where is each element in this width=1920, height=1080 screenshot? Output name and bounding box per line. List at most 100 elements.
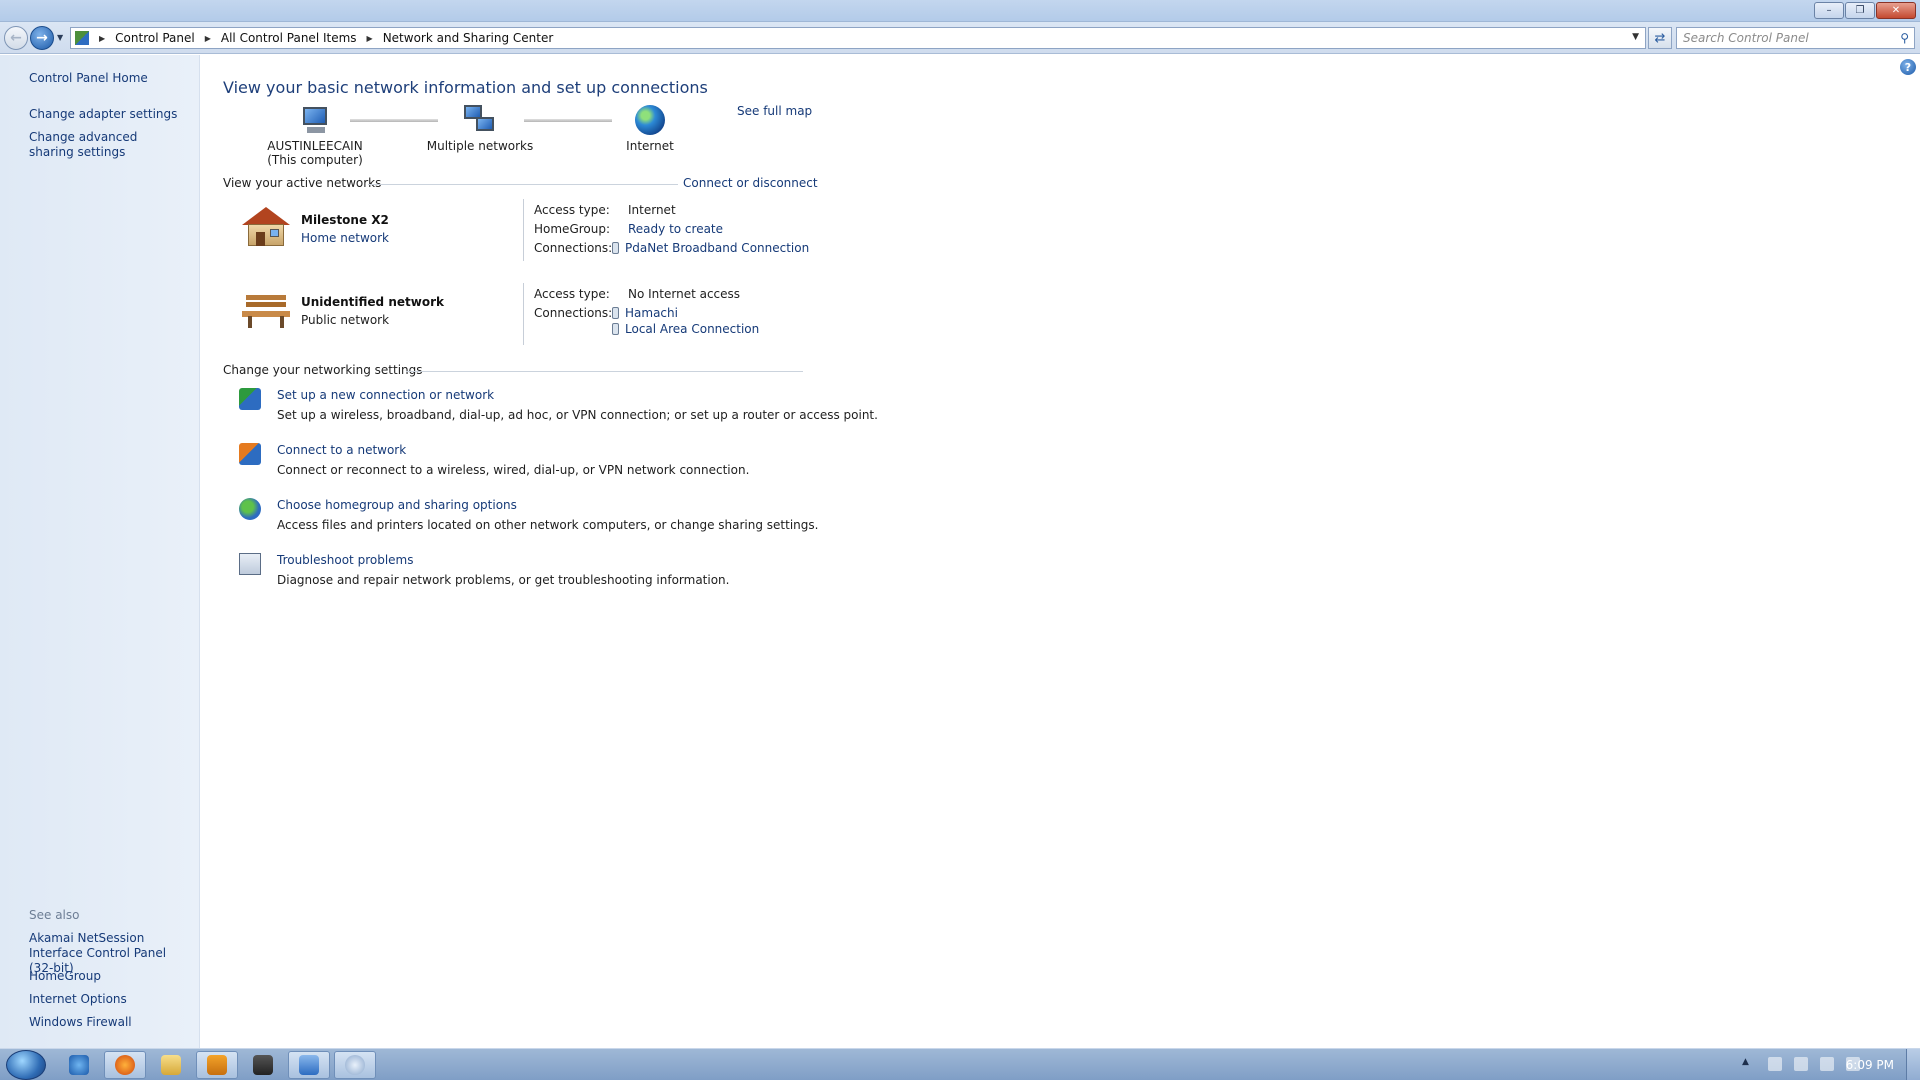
taskbar-search[interactable] [334, 1051, 376, 1079]
connect-network-icon [239, 443, 261, 465]
minimize-icon: – [1826, 5, 1832, 16]
navigation-bar: ← → ▼ ▶ Control Panel ▶ All Control Pane… [0, 22, 1920, 54]
breadcrumb-chevron-icon[interactable]: ▶ [99, 34, 105, 43]
refresh-button[interactable]: ⇄ [1648, 27, 1672, 49]
search-input[interactable]: Search Control Panel ⚲ [1676, 27, 1915, 49]
search-icon[interactable]: ⚲ [1900, 31, 1909, 45]
public-network-icon[interactable] [242, 289, 290, 329]
address-bar[interactable]: ▶ Control Panel ▶ All Control Panel Item… [70, 27, 1646, 49]
title-bar: – ❐ ✕ [0, 0, 1920, 22]
map-node-multiple-networks[interactable]: Multiple networks [425, 105, 535, 153]
window-controls: – ❐ ✕ [1813, 2, 1916, 19]
network-center-icon [299, 1055, 319, 1075]
breadcrumb-chevron-icon[interactable]: ▶ [205, 34, 211, 43]
map-node-computer: AUSTINLEECAIN (This computer) [260, 105, 370, 167]
network-adapter-icon [612, 307, 619, 319]
control-panel-home-link[interactable]: Control Panel Home [29, 71, 148, 86]
network-name: Unidentified network [301, 295, 444, 309]
network-type: Public network [301, 313, 390, 327]
map-node-internet[interactable]: Internet [620, 105, 680, 153]
divider [523, 199, 524, 261]
connection-item[interactable]: Local Area Connection [612, 322, 759, 336]
recent-pages-dropdown[interactable]: ▼ [57, 33, 63, 42]
troubleshoot-problems-link[interactable]: Troubleshoot problems [277, 553, 413, 567]
see-also-homegroup-link[interactable]: HomeGroup [29, 969, 101, 984]
search-placeholder: Search Control Panel [1683, 31, 1809, 45]
homegroup-ready-link[interactable]: Ready to create [628, 222, 723, 236]
home-network-icon[interactable] [242, 207, 290, 247]
taskbar-media-player[interactable] [196, 1051, 238, 1079]
close-button[interactable]: ✕ [1876, 2, 1916, 19]
connections-label: Connections: [534, 241, 613, 255]
folder-icon [161, 1055, 181, 1075]
see-full-map-link[interactable]: See full map [737, 104, 812, 118]
divider [406, 371, 803, 372]
divider [523, 283, 524, 345]
setup-new-connection-link[interactable]: Set up a new connection or network [277, 388, 494, 402]
close-icon: ✕ [1891, 5, 1901, 16]
network-type-link[interactable]: Home network [301, 231, 389, 245]
back-button[interactable]: ← [4, 26, 28, 50]
clock[interactable]: 6:09 PM [1846, 1058, 1894, 1072]
show-desktop-button[interactable] [1906, 1049, 1920, 1080]
taskbar-firefox[interactable] [104, 1051, 146, 1079]
active-networks-heading: View your active networks [223, 176, 382, 190]
see-also-windows-firewall-link[interactable]: Windows Firewall [29, 1015, 132, 1030]
computer-icon [297, 105, 333, 137]
connection-item[interactable]: PdaNet Broadband Connection [612, 241, 809, 255]
connections-label: Connections: [534, 306, 613, 320]
taskbar-windows-explorer[interactable] [150, 1051, 192, 1079]
connect-or-disconnect-link[interactable]: Connect or disconnect [683, 176, 818, 190]
taskbar-network-center[interactable] [288, 1051, 330, 1079]
system-tray: ▲ [1742, 1057, 1860, 1071]
computer-sub: (This computer) [267, 153, 363, 167]
restore-button[interactable]: ❐ [1845, 2, 1875, 19]
show-hidden-icons-icon[interactable]: ▲ [1742, 1057, 1756, 1071]
see-also-internet-options-link[interactable]: Internet Options [29, 992, 127, 1007]
start-button[interactable] [6, 1050, 46, 1080]
taskbar-internet-explorer[interactable] [58, 1051, 100, 1079]
pdanet-connection-link[interactable]: PdaNet Broadband Connection [625, 241, 809, 255]
breadcrumb-control-panel[interactable]: Control Panel [115, 31, 195, 45]
connection-item[interactable]: Hamachi [612, 306, 678, 320]
network-adapter-icon [612, 242, 619, 254]
network-adapter-icon [612, 323, 619, 335]
action-center-flag-icon[interactable] [1768, 1057, 1782, 1071]
help-icon[interactable]: ? [1900, 59, 1916, 75]
left-pane: Control Panel Home Change adapter settin… [0, 55, 200, 1048]
network-tray-icon[interactable] [1794, 1057, 1808, 1071]
forward-button[interactable]: → [30, 26, 54, 50]
change-adapter-settings-link[interactable]: Change adapter settings [29, 107, 177, 122]
back-arrow-icon: ← [10, 30, 22, 46]
breadcrumb-chevron-icon[interactable]: ▶ [367, 34, 373, 43]
refresh-icon: ⇄ [1654, 30, 1666, 46]
forward-arrow-icon: → [36, 30, 48, 46]
minimize-button[interactable]: – [1814, 2, 1844, 19]
taskbar-security[interactable] [242, 1051, 284, 1079]
connect-to-network-link[interactable]: Connect to a network [277, 443, 406, 457]
multiple-networks-icon [462, 105, 498, 137]
taskbar: ▲ 6:09 PM [0, 1048, 1920, 1080]
volume-icon[interactable] [1820, 1057, 1834, 1071]
change-advanced-sharing-link[interactable]: Change advanced sharing settings [29, 130, 179, 160]
main-content: ? View your basic network information an… [200, 55, 1920, 1048]
hamachi-connection-link[interactable]: Hamachi [625, 306, 678, 320]
globe-icon [632, 105, 668, 137]
breadcrumb-network-center[interactable]: Network and Sharing Center [383, 31, 554, 45]
access-type-value: No Internet access [628, 287, 741, 301]
homegroup-sharing-link[interactable]: Choose homegroup and sharing options [277, 498, 517, 512]
divider [368, 184, 678, 185]
local-area-connection-link[interactable]: Local Area Connection [625, 322, 759, 336]
task-description: Diagnose and repair network problems, or… [277, 573, 730, 587]
page-title: View your basic network information and … [223, 78, 708, 97]
address-dropdown-icon[interactable]: ▼ [1632, 32, 1639, 42]
troubleshoot-icon [239, 553, 261, 575]
map-connector [524, 119, 612, 122]
task-description: Set up a wireless, broadband, dial-up, a… [277, 408, 878, 422]
access-type-value: Internet [628, 203, 676, 217]
multiple-networks-label: Multiple networks [426, 139, 534, 153]
task-description: Access files and printers located on oth… [277, 518, 819, 532]
restore-icon: ❐ [1855, 5, 1865, 16]
breadcrumb-all-items[interactable]: All Control Panel Items [221, 31, 357, 45]
networking-settings-heading: Change your networking settings [223, 363, 423, 377]
